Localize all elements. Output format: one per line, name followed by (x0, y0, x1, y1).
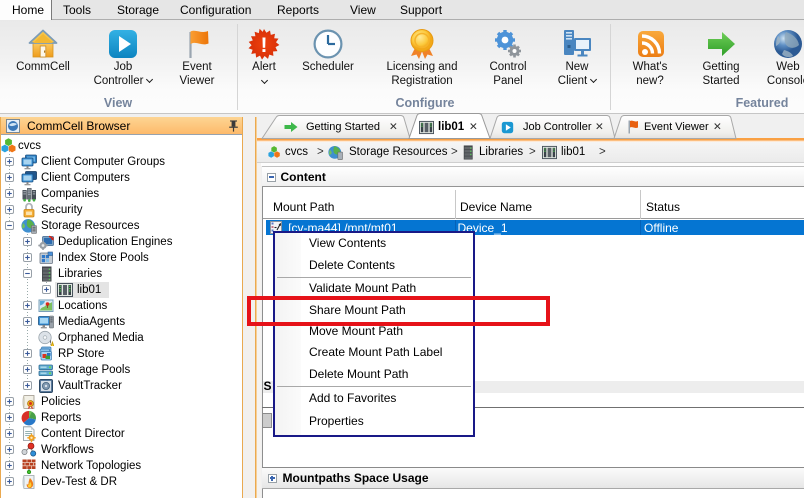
svg-text:!: ! (261, 34, 268, 57)
